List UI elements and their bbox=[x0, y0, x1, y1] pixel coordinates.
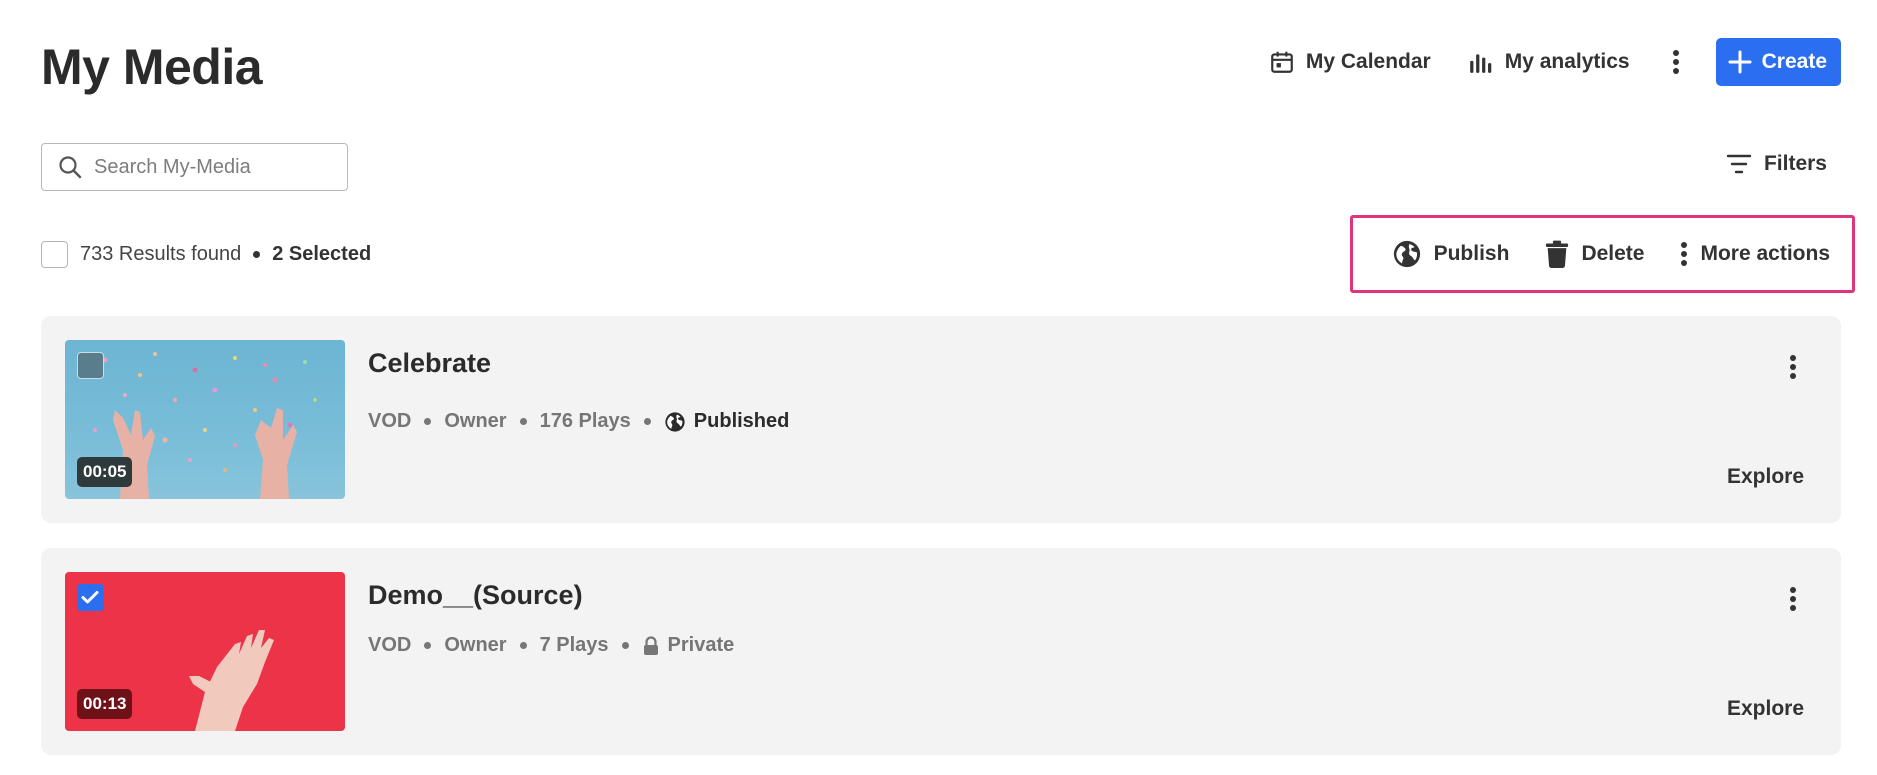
duration-badge: 00:05 bbox=[77, 457, 133, 487]
create-button[interactable]: Create bbox=[1715, 38, 1841, 86]
media-title[interactable]: Celebrate bbox=[368, 348, 491, 379]
media-status-label: Published bbox=[693, 410, 790, 432]
separator-dot bbox=[424, 642, 432, 649]
media-plays: 176 Plays bbox=[539, 410, 631, 432]
separator-dot bbox=[643, 418, 651, 425]
explore-button[interactable]: Explore bbox=[1727, 465, 1804, 489]
media-meta: VOD Owner 176 Plays Published bbox=[368, 410, 789, 433]
bulk-actions-bar: Publish Delete More actions bbox=[1350, 215, 1855, 293]
selected-count: 2 Selected bbox=[272, 242, 372, 265]
my-analytics-label: My analytics bbox=[1504, 50, 1630, 73]
kebab-icon bbox=[1790, 355, 1796, 379]
select-all-checkbox[interactable] bbox=[41, 240, 68, 268]
media-card[interactable]: 00:13 Demo__(Source) VOD Owner 7 Plays P… bbox=[41, 548, 1841, 755]
my-calendar-label: My Calendar bbox=[1305, 50, 1431, 73]
separator-dot bbox=[424, 418, 432, 425]
more-actions-button[interactable]: More actions bbox=[1680, 241, 1830, 267]
page-title: My Media bbox=[41, 39, 263, 95]
media-role: Owner bbox=[444, 634, 507, 656]
header-actions: My Calendar My analytics Create bbox=[1232, 38, 1841, 86]
header-more-menu-button[interactable] bbox=[1666, 42, 1686, 82]
media-meta: VOD Owner 7 Plays Private bbox=[368, 634, 734, 657]
separator-dot bbox=[519, 642, 527, 649]
delete-label: Delete bbox=[1581, 242, 1645, 265]
search-box[interactable] bbox=[41, 143, 348, 191]
media-card[interactable]: 00:05 Celebrate VOD Owner 176 Plays Publ… bbox=[41, 316, 1841, 523]
lock-icon bbox=[643, 635, 658, 655]
filter-icon bbox=[1726, 154, 1752, 174]
more-actions-label: More actions bbox=[1700, 242, 1830, 265]
kebab-icon bbox=[1790, 587, 1796, 611]
separator-dot bbox=[253, 250, 261, 258]
media-status: Private bbox=[642, 634, 735, 657]
results-count: 733 Results found bbox=[80, 242, 242, 265]
media-plays: 7 Plays bbox=[539, 634, 609, 656]
bar-chart-icon bbox=[1467, 48, 1495, 76]
media-role: Owner bbox=[444, 410, 507, 432]
results-summary: 733 Results found 2 Selected bbox=[41, 240, 371, 268]
calendar-icon bbox=[1268, 48, 1296, 76]
media-type: VOD bbox=[368, 634, 412, 656]
separator-dot bbox=[621, 642, 629, 649]
media-checkbox[interactable] bbox=[77, 352, 104, 379]
my-media-page: My Media My Calendar My analytics Create… bbox=[0, 0, 1877, 775]
filters-button[interactable]: Filters bbox=[1726, 152, 1827, 176]
media-title[interactable]: Demo__(Source) bbox=[368, 580, 583, 611]
delete-button[interactable]: Delete bbox=[1545, 240, 1644, 268]
search-icon bbox=[59, 156, 82, 179]
media-type: VOD bbox=[368, 410, 412, 432]
kebab-icon bbox=[1681, 242, 1688, 266]
globe-icon bbox=[665, 411, 685, 432]
filters-label: Filters bbox=[1763, 152, 1827, 175]
separator-dot bbox=[519, 418, 527, 425]
publish-label: Publish bbox=[1433, 242, 1510, 265]
my-calendar-button[interactable]: My Calendar bbox=[1268, 48, 1431, 76]
media-status: Published bbox=[664, 410, 790, 433]
my-analytics-button[interactable]: My analytics bbox=[1467, 48, 1630, 76]
create-label: Create bbox=[1761, 50, 1827, 73]
trash-icon bbox=[1546, 240, 1569, 268]
search-input[interactable] bbox=[94, 155, 314, 179]
media-more-menu-button[interactable] bbox=[1783, 350, 1803, 384]
duration-badge: 00:13 bbox=[77, 689, 133, 719]
media-checkbox[interactable] bbox=[77, 584, 104, 611]
media-more-menu-button[interactable] bbox=[1783, 582, 1803, 616]
media-status-label: Private bbox=[667, 634, 735, 656]
media-thumbnail[interactable]: 00:05 bbox=[65, 340, 345, 499]
media-thumbnail[interactable]: 00:13 bbox=[65, 572, 345, 731]
plus-icon bbox=[1728, 50, 1752, 74]
kebab-icon bbox=[1672, 50, 1679, 74]
explore-button[interactable]: Explore bbox=[1727, 697, 1804, 721]
globe-icon bbox=[1393, 240, 1420, 268]
checkmark-icon bbox=[81, 591, 99, 604]
publish-button[interactable]: Publish bbox=[1392, 239, 1510, 269]
